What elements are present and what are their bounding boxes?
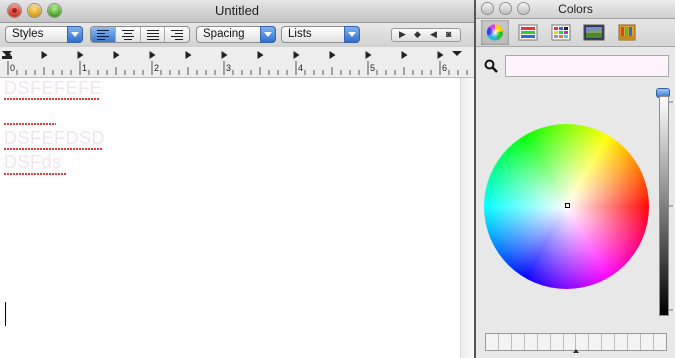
ruler-graphic [2,51,468,75]
right-tab-icon[interactable]: ◀ [430,29,437,40]
document-line: DSFds [4,152,62,172]
tab-stop-icon [113,51,120,59]
tab-stop-icon [185,51,192,59]
swatch[interactable] [499,334,512,350]
ruler-number: 3 [226,63,232,73]
tab-stop-icon [365,51,372,59]
search-row [476,48,675,84]
colors-title-bar[interactable]: Colors [476,0,675,19]
tab-stop-icon [329,51,336,59]
spellcheck-underline [4,173,66,175]
align-center-button[interactable] [116,27,141,42]
ruler-number: 2 [154,63,160,73]
align-right-button[interactable] [165,27,189,42]
ruler-number: 1 [82,63,88,73]
swatch-drawer-handle-icon[interactable] [573,349,579,353]
spacing-label: Spacing [203,28,245,40]
swatch[interactable] [576,334,590,350]
lists-label: Lists [288,28,312,40]
color-wheel-mode-button[interactable] [481,20,509,45]
spellcheck-underline [4,148,103,150]
color-palettes-icon [551,24,571,41]
chevron-down-icon [344,26,360,43]
window-title: Untitled [214,3,260,18]
left-margin-icon [2,56,12,59]
tab-stop-icon [437,51,444,59]
styles-label: Styles [12,28,44,40]
color-wheel-icon [486,24,504,41]
lists-popup[interactable]: Lists [281,26,360,43]
decimal-tab-icon[interactable]: ◙ [446,29,451,39]
swatch[interactable] [628,334,642,350]
color-search-field[interactable] [505,55,669,77]
color-sliders-mode-button[interactable] [514,20,542,45]
center-tab-icon[interactable]: ◆ [414,29,421,40]
swatch[interactable] [641,334,654,350]
align-center-icon [121,30,134,42]
brightness-ticks [669,101,673,311]
ruler-number: 4 [298,63,304,73]
tab-stop-icon [149,51,156,59]
tab-stops-control: ▶ ◆ ◀ ◙ [391,28,461,42]
color-palettes-mode-button[interactable] [547,20,575,45]
textedit-window: Untitled Styles Spacing Lists ▶ ◆ ◀ ◙ 0 … [0,0,474,358]
justify-button[interactable] [141,27,166,42]
ruler-number: 0 [10,63,16,73]
swatch[interactable] [525,334,538,350]
swatch[interactable] [486,334,499,350]
chevron-down-icon [67,26,83,43]
tab-stop-icon [221,51,228,59]
align-left-icon [97,30,109,42]
text-caret [5,302,6,326]
align-left-button[interactable] [91,27,116,42]
swatch[interactable] [615,334,629,350]
tab-stop-icon [257,51,264,59]
spellcheck-underline [4,123,56,125]
swatch[interactable] [538,334,551,350]
format-toolbar: Styles Spacing Lists ▶ ◆ ◀ ◙ [0,23,474,47]
swatch[interactable] [654,334,666,350]
swatch[interactable] [589,334,603,350]
ruler[interactable]: 0 1 2 3 4 5 6 [0,47,474,78]
styles-popup[interactable]: Styles [5,26,83,43]
swatch[interactable] [551,334,564,350]
brightness-slider[interactable] [659,96,669,316]
align-right-icon [171,30,184,42]
document-line: ... [4,115,16,129]
search-icon [484,59,498,73]
crayons-mode-button[interactable] [613,20,641,45]
left-tab-icon[interactable]: ▶ [399,29,406,40]
image-palette-icon [583,24,605,41]
document-line: DSFEFDSD [4,128,106,148]
tab-stop-icon [41,51,48,59]
color-wheel-selection-marker[interactable] [565,203,570,208]
image-palettes-mode-button[interactable] [580,20,608,45]
spacing-popup[interactable]: Spacing [196,26,276,43]
tab-stop-icon [77,51,84,59]
panel-title: Colors [558,2,593,16]
right-margin-icon [452,51,462,56]
swatch[interactable] [564,334,577,350]
vertical-scrollbar[interactable] [460,78,474,358]
title-bar[interactable]: Untitled [0,0,474,23]
crayons-icon [618,24,636,41]
justify-icon [146,30,159,42]
alignment-segmented-control [90,26,190,43]
tab-stop-icon [293,51,300,59]
color-mode-toolbar [476,19,675,47]
spellcheck-underline [4,98,100,100]
color-sliders-icon [518,24,538,41]
document-text-area[interactable]: DSFEFEFE ... DSFEFDSD DSFds [0,78,460,358]
tab-stop-icon [401,51,408,59]
document-line: DSFEFEFE [4,78,103,98]
chevron-down-icon [260,26,276,43]
colors-panel: Colors [476,0,675,358]
swatch[interactable] [512,334,525,350]
ruler-number: 6 [442,63,448,73]
ruler-number: 5 [370,63,376,73]
swatch[interactable] [602,334,616,350]
